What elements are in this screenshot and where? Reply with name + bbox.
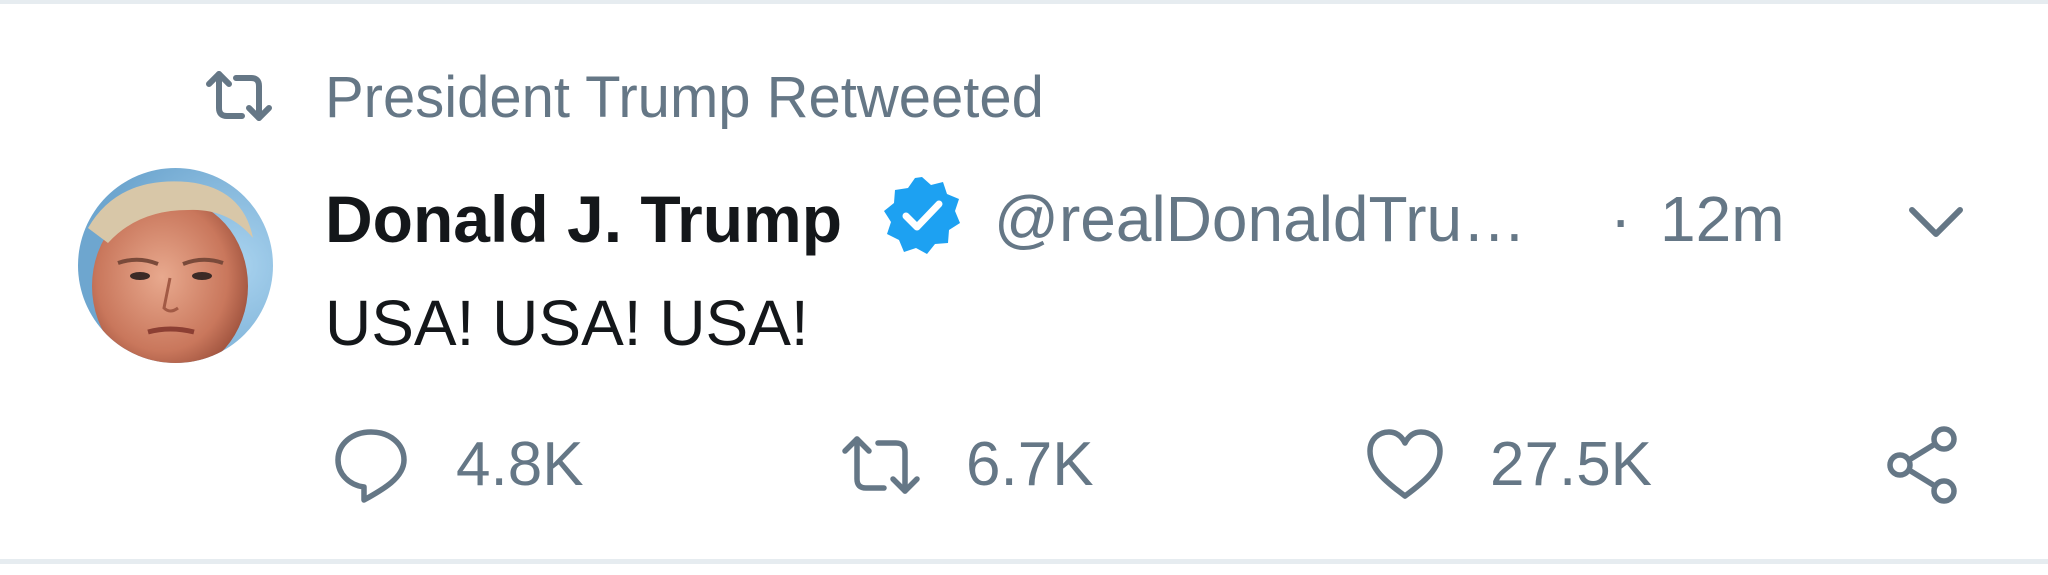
heart-icon xyxy=(1367,429,1443,499)
retweet-icon xyxy=(842,436,920,494)
separator-dot: · xyxy=(1610,183,1632,255)
retweet-context-text[interactable]: President Trump Retweeted xyxy=(325,58,1044,138)
tweet-text: USA! USA! USA! xyxy=(325,287,809,359)
retweet-context-icon xyxy=(204,62,274,132)
retweet-button[interactable]: 6.7K xyxy=(840,425,1094,505)
like-count: 27.5K xyxy=(1490,430,1653,499)
user-handle[interactable]: @realDonaldTru… xyxy=(994,174,1526,264)
timestamp[interactable]: 12m xyxy=(1660,174,1785,264)
like-button[interactable]: 27.5K xyxy=(1364,425,1652,505)
reply-button[interactable]: 4.8K xyxy=(330,425,584,505)
avatar[interactable] xyxy=(78,168,273,363)
chevron-down-icon[interactable] xyxy=(1906,192,1966,252)
avatar-image xyxy=(78,168,273,363)
retweet-count: 6.7K xyxy=(966,430,1094,499)
display-name[interactable]: Donald J. Trump xyxy=(325,174,842,264)
share-button[interactable] xyxy=(1884,425,1964,505)
reply-icon xyxy=(335,429,407,503)
share-icon xyxy=(1887,426,1957,504)
top-divider xyxy=(0,0,2048,4)
reply-count: 4.8K xyxy=(456,430,584,499)
verified-badge-icon xyxy=(882,175,962,255)
bottom-divider xyxy=(0,559,2048,564)
